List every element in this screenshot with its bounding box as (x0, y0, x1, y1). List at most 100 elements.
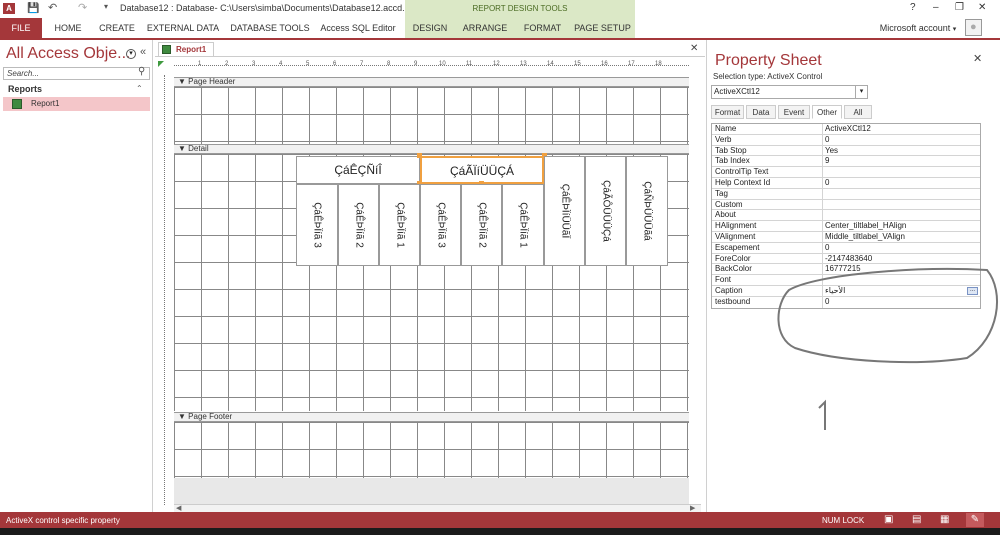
property-value[interactable]: Center_tiltlabel_HAlign (825, 221, 975, 231)
canvas-empty-area (174, 478, 689, 504)
tab-other-props[interactable]: Other (812, 105, 842, 119)
nav-pane-title[interactable]: All Access Obje... (6, 45, 131, 63)
search-icon[interactable]: ⚲ (138, 66, 145, 77)
tab-arrange[interactable]: ARRANGE (455, 18, 515, 38)
save-icon[interactable]: 💾 (27, 3, 39, 14)
property-row-tab-stop[interactable]: Tab Stop Yes (712, 145, 980, 157)
microsoft-account-menu[interactable]: Microsoft account ▾ (872, 18, 964, 38)
restore-button[interactable]: ❐ (955, 2, 964, 13)
scroll-right-icon[interactable]: ▶ (690, 504, 695, 512)
property-row-controltip-text[interactable]: ControlTip Text (712, 167, 980, 178)
vertical-label-number[interactable]: ÇáÑÞÜÜÜãá (626, 156, 668, 266)
property-value[interactable]: Middle_tiltlabel_VAlign (825, 232, 975, 242)
annotation-mark (818, 399, 826, 430)
close-window-button[interactable]: ✕ (978, 2, 986, 13)
vertical-label-tasks[interactable]: ÇáÃÔÜÜÜÇá (585, 156, 626, 266)
property-row-escapement[interactable]: Escapement 0 (712, 242, 980, 254)
tab-design[interactable]: DESIGN (405, 18, 455, 38)
report-selector[interactable] (158, 61, 164, 67)
access-app-icon[interactable]: A (3, 3, 15, 14)
tab-event-props[interactable]: Event (778, 105, 810, 119)
tab-external-data[interactable]: EXTERNAL DATA (146, 18, 220, 38)
tab-format-props[interactable]: Format (711, 105, 744, 119)
minimize-button[interactable]: – (933, 2, 939, 13)
report-icon (12, 99, 22, 109)
layout-view-icon[interactable]: ▤ (912, 514, 921, 525)
ruler-tick: 15 (574, 61, 581, 67)
hand-drawn-annotation (777, 268, 999, 430)
property-row-name[interactable]: Name ActiveXCtl12 (712, 124, 980, 135)
property-row-valignment[interactable]: VAlignment Middle_tiltlabel_VAlign (712, 231, 980, 243)
property-row-help-context-id[interactable]: Help Context Id 0 (712, 177, 980, 189)
vertical-label-score2-b[interactable]: ÇáÊÞÏíã 2 (461, 184, 502, 266)
vertical-label-total[interactable]: ÇáÊÞÏíÜÜãÏ (544, 156, 585, 266)
tab-page-setup[interactable]: PAGE SETUP (570, 18, 635, 38)
section-bar-detail[interactable]: ▼ Detail (174, 144, 689, 154)
page-header-grid[interactable] (174, 87, 689, 144)
property-row-tag[interactable]: Tag (712, 188, 980, 200)
annotation-circle (777, 268, 999, 364)
help-button[interactable]: ? (910, 2, 916, 13)
shutter-bar-close-icon[interactable]: « (140, 46, 146, 58)
property-row-about[interactable]: About (712, 210, 980, 222)
nav-menu-chevron-icon[interactable]: ▾ (126, 49, 136, 59)
undo-icon[interactable]: ↶ (48, 1, 57, 14)
property-name: Verb (715, 134, 823, 145)
os-taskbar (0, 528, 1000, 535)
horizontal-scrollbar[interactable]: ◀ ▶ (174, 504, 701, 512)
section-arrow-icon: ▼ (178, 144, 186, 153)
scroll-left-icon[interactable]: ◀ (176, 504, 181, 512)
chevron-down-icon[interactable]: ▾ (855, 86, 867, 98)
tab-access-sql-editor[interactable]: Access SQL Editor (318, 18, 398, 38)
header-label-names[interactable]: ÇáÃÏíÜÜÇÁ (420, 156, 544, 184)
property-value[interactable]: 9 (825, 156, 975, 166)
property-name: HAlignment (715, 221, 823, 231)
report-view-icon[interactable]: ▣ (884, 514, 893, 525)
nav-item-report1[interactable]: Report1 (3, 97, 150, 111)
nav-search-input[interactable]: Search... (3, 67, 150, 80)
section-label: Page Footer (188, 412, 233, 421)
property-value[interactable]: 0 (825, 178, 975, 188)
property-name: About (715, 210, 823, 221)
chevron-down-icon: ▾ (952, 26, 957, 33)
close-icon[interactable]: ✕ (973, 52, 982, 65)
vertical-label-text: ÇáÊÞÏíã 2 (476, 202, 487, 248)
property-row-custom[interactable]: Custom (712, 199, 980, 211)
property-value[interactable]: 0 (825, 243, 975, 253)
property-value[interactable]: 0 (825, 135, 975, 145)
tab-file[interactable]: FILE (0, 18, 42, 38)
selection-handle[interactable] (417, 153, 422, 158)
control-selector-dropdown[interactable]: ActiveXCtl12 ▾ (711, 85, 868, 99)
tab-data-props[interactable]: Data (746, 105, 776, 119)
tab-create[interactable]: CREATE (95, 18, 139, 38)
tab-all-props[interactable]: All (844, 105, 872, 119)
tab-format[interactable]: FORMAT (515, 18, 570, 38)
vertical-label-score1-a[interactable]: ÇáÊÞÏíã 1 (379, 184, 420, 266)
report-tab-label: Report1 (176, 45, 207, 54)
section-bar-page-footer[interactable]: ▼ Page Footer (174, 412, 689, 422)
vertical-label-score2-a[interactable]: ÇáÊÞÏíã 2 (338, 184, 379, 266)
property-row-verb[interactable]: Verb 0 (712, 134, 980, 146)
vertical-label-score3-b[interactable]: ÇáÊÞÏíã 3 (420, 184, 461, 266)
tab-home[interactable]: HOME (48, 18, 88, 38)
quick-access-dropdown-icon[interactable]: ▾ (104, 2, 108, 11)
nav-section-reports[interactable]: Reports (8, 84, 42, 94)
vertical-label-score1-b[interactable]: ÇáÊÞÏíã 1 (502, 184, 544, 266)
property-row-tab-index[interactable]: Tab Index 9 (712, 156, 980, 168)
property-row-halignment[interactable]: HAlignment Center_tiltlabel_HAlign (712, 221, 980, 232)
section-bar-page-header[interactable]: ▼ Page Header (174, 77, 689, 87)
avatar[interactable]: ● (965, 19, 982, 36)
page-footer-grid[interactable] (174, 422, 689, 478)
collapse-section-icon[interactable]: ⌃ (136, 84, 143, 93)
section-label: Detail (188, 144, 209, 153)
property-value[interactable]: Yes (825, 146, 975, 156)
print-preview-icon[interactable]: ▦ (940, 514, 949, 525)
header-label-date[interactable]: ÇáÊÇÑíÎ (296, 156, 420, 184)
tab-database-tools[interactable]: DATABASE TOOLS (230, 18, 310, 38)
close-document-icon[interactable]: ✕ (690, 43, 698, 54)
redo-icon[interactable]: ↷ (78, 1, 87, 14)
vertical-label-score3-a[interactable]: ÇáÊÞÏíã 3 (296, 184, 338, 266)
tab-report1[interactable]: Report1 (158, 42, 214, 56)
property-value[interactable]: ActiveXCtl12 (825, 124, 975, 134)
design-view-icon[interactable]: ✎ (966, 513, 984, 527)
